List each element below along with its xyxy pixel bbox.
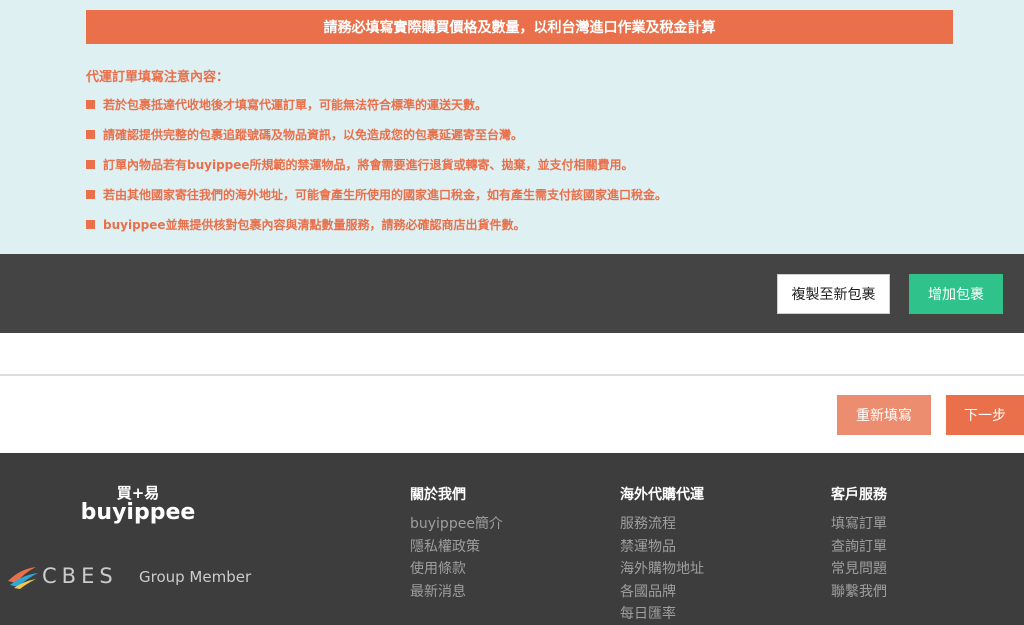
footer-link[interactable]: 各國品牌 [620, 581, 704, 604]
next-step-button[interactable]: 下一步 [946, 395, 1024, 435]
buyippee-logo[interactable]: 買+易 buyippee [76, 481, 201, 531]
note-item: 若由其他國家寄往我們的海外地址，可能會產生所使用的國家進口稅金，如有產生需支付該… [86, 186, 667, 203]
cbes-group-logo: CBES Group Member [8, 564, 252, 589]
note-item: 訂單內物品若有buyippee所規範的禁運物品，將會需要進行退貨或轉寄、拋棄，並… [86, 156, 634, 173]
svg-text:Group Member: Group Member [139, 568, 252, 586]
footer-link[interactable]: 查詢訂單 [831, 536, 887, 559]
footer: 買+易 buyippee CBES Group Member 關於我們 buyi… [0, 453, 1024, 625]
notice-panel: 請務必填寫實際購買價格及數量，以利台灣進口作業及稅金計算 代運訂單填寫注意內容：… [0, 0, 1024, 254]
bullet-square-icon [86, 220, 95, 229]
separator-strip [0, 333, 1024, 376]
svg-text:CBES: CBES [42, 564, 118, 588]
package-action-bar: 複製至新包裹 增加包裹 [0, 254, 1024, 333]
add-package-button[interactable]: 增加包裹 [909, 274, 1003, 314]
cbes-swoosh-icon [8, 567, 38, 589]
footer-column-title: 客戶服務 [831, 487, 887, 503]
footer-column-title: 關於我們 [410, 487, 466, 503]
reset-button[interactable]: 重新填寫 [837, 395, 931, 435]
copy-to-new-package-button[interactable]: 複製至新包裹 [777, 274, 890, 314]
note-text: 訂單內物品若有buyippee所規範的禁運物品，將會需要進行退貨或轉寄、拋棄，並… [103, 158, 634, 172]
footer-link[interactable]: 服務流程 [620, 513, 704, 536]
note-item: 請確認提供完整的包裹追蹤號碼及物品資訊，以免造成您的包裹延遲寄至台灣。 [86, 126, 523, 143]
footer-link[interactable]: 禁運物品 [620, 536, 704, 559]
note-item: 若於包裹抵達代收地後才填寫代運訂單，可能無法符合標準的運送天數。 [86, 96, 487, 113]
footer-link[interactable]: 常見問題 [831, 558, 887, 581]
notice-banner: 請務必填寫實際購買價格及數量，以利台灣進口作業及稅金計算 [86, 10, 953, 44]
svg-text:buyippee: buyippee [81, 500, 196, 525]
footer-column-support: 客戶服務 填寫訂單 查詢訂單 常見問題 聯繫我們 [831, 484, 887, 603]
footer-link[interactable]: 聯繫我們 [831, 581, 887, 604]
note-text: buyippee並無提供核對包裹內容與清點數量服務，請務必確認商店出貨件數。 [103, 218, 526, 232]
footer-link[interactable]: 每日匯率 [620, 603, 704, 625]
note-item: buyippee並無提供核對包裹內容與清點數量服務，請務必確認商店出貨件數。 [86, 216, 526, 233]
note-text: 請確認提供完整的包裹追蹤號碼及物品資訊，以免造成您的包裹延遲寄至台灣。 [103, 128, 524, 142]
bullet-square-icon [86, 130, 95, 139]
footer-link[interactable]: 海外購物地址 [620, 558, 704, 581]
bullet-square-icon [86, 100, 95, 109]
form-navigation: 重新填寫 下一步 [0, 378, 1024, 453]
note-text: 若於包裹抵達代收地後才填寫代運訂單，可能無法符合標準的運送天數。 [103, 98, 488, 112]
footer-column-services: 海外代購代運 服務流程 禁運物品 海外購物地址 各國品牌 每日匯率 [620, 484, 704, 625]
footer-link[interactable]: buyippee簡介 [410, 513, 503, 536]
footer-link[interactable]: 隱私權政策 [410, 536, 503, 559]
footer-link[interactable]: 最新消息 [410, 581, 503, 604]
footer-column-title: 海外代購代運 [620, 487, 704, 503]
bullet-square-icon [86, 190, 95, 199]
footer-column-about: 關於我們 buyippee簡介 隱私權政策 使用條款 最新消息 [410, 484, 503, 603]
notes-title: 代運訂單填寫注意內容： [86, 70, 230, 85]
footer-link[interactable]: 填寫訂單 [831, 513, 887, 536]
note-text: 若由其他國家寄往我們的海外地址，可能會產生所使用的國家進口稅金，如有產生需支付該… [103, 188, 668, 202]
footer-link[interactable]: 使用條款 [410, 558, 503, 581]
bullet-square-icon [86, 160, 95, 169]
